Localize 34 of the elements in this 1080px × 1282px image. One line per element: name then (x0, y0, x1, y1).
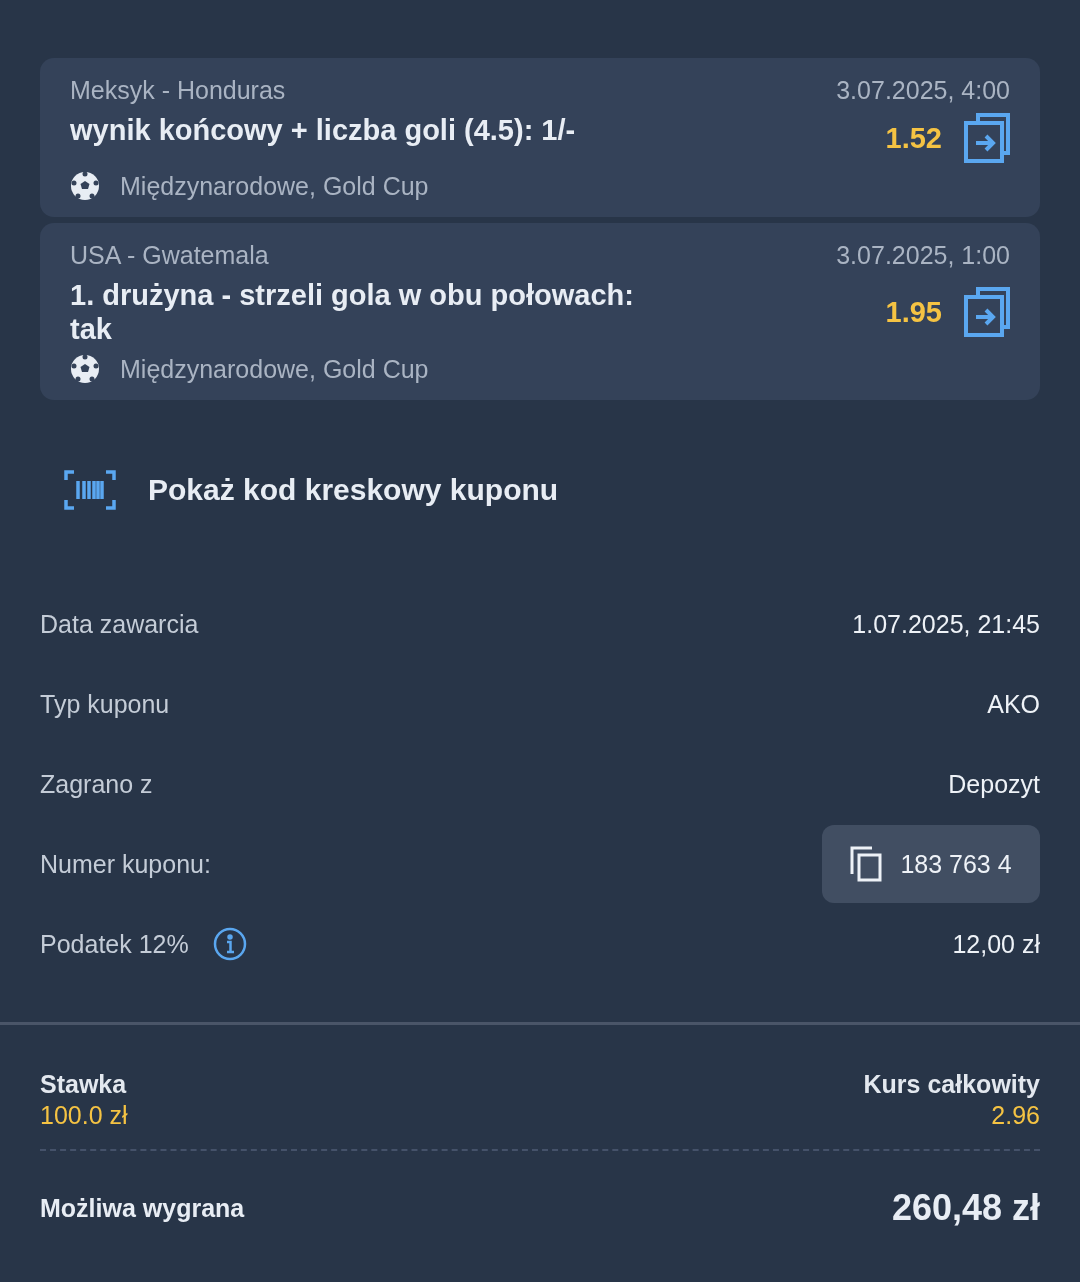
detail-value: 12,00 zł (952, 929, 1040, 959)
copy-to-slip-icon[interactable] (964, 287, 1010, 337)
total-odds-label: Kurs całkowity (863, 1069, 1040, 1100)
soccer-ball-icon (70, 171, 100, 201)
copy-icon (850, 846, 883, 882)
possible-win-label: Możliwa wygrana (40, 1193, 245, 1223)
match-date: 3.07.2025, 4:00 (836, 76, 1010, 105)
detail-value: 1.07.2025, 21:45 (852, 609, 1040, 639)
soccer-ball-icon (70, 354, 100, 384)
odds: 1.52 (885, 121, 942, 155)
detail-value: AKO (987, 689, 1040, 719)
bet-market: wynik końcowy + liczba goli (4.5): 1/- (70, 113, 577, 148)
match-name: Meksyk - Honduras (70, 76, 287, 105)
copy-coupon-number-button[interactable]: 183 763 4 (822, 825, 1040, 903)
league-name: Międzynarodowe, Gold Cup (120, 171, 429, 201)
detail-label: Numer kuponu: (40, 849, 211, 879)
detail-label: Zagrano z (40, 769, 153, 799)
stake-value: 100.0 zł (40, 1100, 128, 1131)
show-barcode-link[interactable]: Pokaż kod kreskowy kuponu (64, 470, 559, 510)
possible-win-value: 260,48 zł (891, 1187, 1040, 1229)
match-date: 3.07.2025, 1:00 (836, 241, 1010, 270)
barcode-icon (64, 470, 116, 510)
detail-label: Typ kuponu (40, 689, 170, 719)
odds: 1.95 (885, 295, 942, 329)
detail-label: Podatek 12% (40, 929, 189, 959)
bet-market: 1. drużyna - strzeli gola w obu połowach: tak (70, 278, 635, 346)
detail-value: Depozyt (948, 769, 1040, 799)
total-odds-value: 2.96 (991, 1100, 1040, 1131)
copy-to-slip-icon[interactable] (964, 113, 1010, 163)
league-name: Międzynarodowe, Gold Cup (120, 354, 429, 384)
stake-label: Stawka (40, 1069, 127, 1100)
info-icon[interactable] (212, 927, 247, 961)
detail-label: Data zawarcia (40, 609, 199, 639)
match-name: USA - Gwatemala (70, 241, 270, 270)
